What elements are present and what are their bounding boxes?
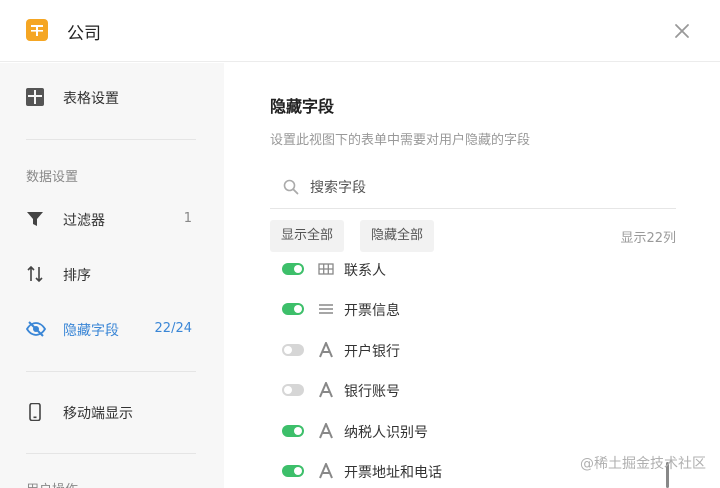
search-box: [270, 167, 676, 209]
grid-icon: [318, 261, 334, 277]
field-name: 银行账号: [344, 384, 400, 400]
sidebar-item-label: 表格设置: [63, 91, 119, 107]
hide-fields-count: 22/24: [154, 321, 192, 336]
table-settings-icon: [26, 88, 44, 106]
visibility-toggle[interactable]: [282, 425, 304, 437]
hide-fields-panel: 隐藏字段 设置此视图下的表单中需要对用户隐藏的字段 显示全部 隐藏全部 显示22…: [224, 63, 720, 488]
settings-sidebar: 表格设置 数据设置 过滤器 1 排序 隐藏字段 22/24 移动端显示: [0, 63, 224, 488]
page-title: 隐藏字段: [270, 97, 335, 116]
sidebar-divider: [26, 453, 196, 454]
field-row: 纳税人识别号: [282, 416, 642, 448]
section-title-user: 用户操作: [26, 479, 78, 488]
visibility-toggle[interactable]: [282, 384, 304, 396]
filter-icon: [26, 210, 44, 228]
close-icon[interactable]: [672, 21, 692, 41]
field-row: 开票信息: [282, 294, 642, 326]
eye-off-icon: [25, 320, 47, 338]
sort-icon: [26, 265, 44, 283]
sidebar-item-mobile[interactable]: 移动端显示: [0, 392, 224, 432]
sidebar-item-sort[interactable]: 排序: [0, 254, 224, 294]
text-icon: [318, 380, 334, 398]
show-all-button[interactable]: 显示全部: [270, 220, 345, 252]
visibility-toggle[interactable]: [282, 465, 304, 477]
hide-all-button[interactable]: 隐藏全部: [360, 220, 435, 252]
text-icon: [318, 461, 334, 479]
field-row: 银行账号: [282, 375, 642, 407]
sidebar-item-hide-fields[interactable]: 隐藏字段 22/24: [0, 309, 224, 349]
visibility-toggle[interactable]: [282, 303, 304, 315]
field-name: 联系人: [344, 263, 386, 279]
dialog-header: 公司: [0, 0, 720, 62]
mobile-icon: [26, 402, 44, 422]
field-name: 开票地址和电话: [344, 465, 442, 481]
field-name: 开户银行: [344, 344, 400, 360]
sidebar-item-filter[interactable]: 过滤器 1: [0, 199, 224, 239]
filter-count: 1: [183, 211, 192, 226]
field-row: 开户银行: [282, 335, 642, 367]
text-icon: [318, 421, 334, 439]
table-app-icon: [26, 19, 48, 41]
search-icon: [283, 179, 299, 195]
section-title-data: 数据设置: [26, 170, 79, 185]
visibility-toggle[interactable]: [282, 263, 304, 275]
sidebar-item-label: 移动端显示: [63, 406, 133, 422]
visibility-toggle[interactable]: [282, 344, 304, 356]
page-description: 设置此视图下的表单中需要对用户隐藏的字段: [270, 133, 531, 148]
field-name: 纳税人识别号: [344, 425, 428, 441]
sidebar-divider: [26, 371, 196, 372]
watermark: @稀土掘金技术社区: [580, 456, 706, 472]
search-input[interactable]: [310, 175, 660, 201]
dialog-title: 公司: [67, 24, 101, 44]
sidebar-item-label: 隐藏字段: [63, 323, 119, 339]
field-name: 开票信息: [344, 303, 400, 319]
sidebar-item-table-settings[interactable]: 表格设置: [0, 77, 224, 117]
shown-count: 显示22列: [620, 231, 676, 246]
field-row: 联系人: [282, 254, 642, 286]
sidebar-item-label: 过滤器: [63, 213, 105, 229]
text-icon: [318, 340, 334, 358]
lines-icon: [318, 301, 334, 317]
sidebar-item-label: 排序: [63, 268, 91, 284]
sidebar-divider: [26, 139, 196, 140]
